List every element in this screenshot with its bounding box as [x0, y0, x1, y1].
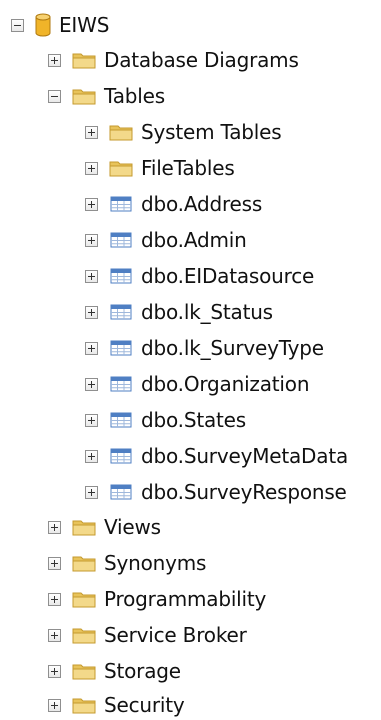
folder-icon: [72, 51, 96, 69]
expand-icon[interactable]: [85, 377, 98, 391]
table-icon: [109, 339, 133, 357]
expand-icon[interactable]: [48, 698, 61, 712]
expand-icon[interactable]: [48, 520, 61, 534]
expand-icon[interactable]: [85, 269, 98, 283]
table-icon: [109, 267, 133, 285]
expand-icon[interactable]: [85, 413, 98, 427]
tree-node-label: EIWS: [59, 13, 110, 37]
folder-icon: [72, 626, 96, 644]
tree-node-synonyms[interactable]: Synonyms: [48, 548, 206, 578]
tree-node-table-surveyresponse[interactable]: dbo.SurveyResponse: [85, 477, 347, 507]
expand-icon[interactable]: [85, 233, 98, 247]
folder-icon: [72, 696, 96, 714]
tree-node-label: dbo.EIDatasource: [141, 264, 315, 288]
tree-node-label: dbo.lk_Status: [141, 300, 273, 324]
folder-icon: [72, 518, 96, 536]
folder-icon: [72, 662, 96, 680]
table-icon: [109, 375, 133, 393]
tree-node-label: dbo.Organization: [141, 372, 310, 396]
tree-node-label: dbo.lk_SurveyType: [141, 336, 324, 360]
tree-node-table-surveymetadata[interactable]: dbo.SurveyMetaData: [85, 441, 348, 471]
tree-node-label: Security: [104, 693, 185, 717]
table-icon: [109, 411, 133, 429]
tree-node-table-eidatasource[interactable]: dbo.EIDatasource: [85, 261, 314, 291]
tree-node-service-broker[interactable]: Service Broker: [48, 620, 247, 650]
tree-node-eiws[interactable]: EIWS: [11, 10, 109, 40]
expand-icon[interactable]: [48, 628, 61, 642]
expand-icon[interactable]: [85, 485, 98, 499]
folder-icon: [72, 87, 96, 105]
tree-node-label: dbo.Address: [141, 192, 263, 216]
folder-icon: [109, 123, 133, 141]
tree-node-label: dbo.SurveyResponse: [141, 480, 347, 504]
expand-icon[interactable]: [85, 305, 98, 319]
table-icon: [109, 231, 133, 249]
expand-icon[interactable]: [85, 341, 98, 355]
table-icon: [109, 483, 133, 501]
tree-node-views[interactable]: Views: [48, 512, 161, 542]
tree-node-label: dbo.Admin: [141, 228, 247, 252]
tree-node-database-diagrams[interactable]: Database Diagrams: [48, 45, 299, 75]
tree-node-label: FileTables: [141, 156, 235, 180]
tree-node-label: System Tables: [141, 120, 282, 144]
expand-icon[interactable]: [85, 125, 98, 139]
tree-node-label: Synonyms: [104, 551, 207, 575]
tree-node-label: Views: [104, 515, 161, 539]
expand-icon[interactable]: [48, 664, 61, 678]
object-explorer-tree: EIWS Database Diagrams Tables System Tab…: [0, 0, 381, 719]
tree-node-label: Programmability: [104, 587, 267, 611]
table-icon: [109, 303, 133, 321]
tree-node-programmability[interactable]: Programmability: [48, 584, 266, 614]
tree-node-tables[interactable]: Tables: [48, 81, 165, 111]
tree-node-table-organization[interactable]: dbo.Organization: [85, 369, 309, 399]
tree-node-label: Tables: [104, 84, 165, 108]
folder-icon: [72, 590, 96, 608]
collapse-icon[interactable]: [48, 89, 61, 103]
database-icon: [35, 13, 51, 37]
folder-icon: [109, 159, 133, 177]
table-icon: [109, 195, 133, 213]
expand-icon[interactable]: [85, 161, 98, 175]
expand-icon[interactable]: [48, 53, 61, 67]
tree-node-filetables[interactable]: FileTables: [85, 153, 235, 183]
tree-node-label: dbo.States: [141, 408, 246, 432]
table-icon: [109, 447, 133, 465]
tree-node-label: Service Broker: [104, 623, 247, 647]
expand-icon[interactable]: [48, 556, 61, 570]
tree-node-table-states[interactable]: dbo.States: [85, 405, 246, 435]
expand-icon[interactable]: [48, 592, 61, 606]
tree-node-system-tables[interactable]: System Tables: [85, 117, 282, 147]
tree-node-table-lk-surveytype[interactable]: dbo.lk_SurveyType: [85, 333, 324, 363]
tree-node-table-address[interactable]: dbo.Address: [85, 189, 262, 219]
tree-node-table-lk-status[interactable]: dbo.lk_Status: [85, 297, 273, 327]
tree-node-label: Database Diagrams: [104, 48, 299, 72]
folder-icon: [72, 554, 96, 572]
tree-node-table-admin[interactable]: dbo.Admin: [85, 225, 247, 255]
expand-icon[interactable]: [85, 449, 98, 463]
tree-node-label: dbo.SurveyMetaData: [141, 444, 349, 468]
tree-node-security[interactable]: Security: [48, 690, 185, 720]
expand-icon[interactable]: [85, 197, 98, 211]
tree-node-storage[interactable]: Storage: [48, 656, 181, 686]
collapse-icon[interactable]: [11, 18, 24, 32]
tree-node-label: Storage: [104, 659, 181, 683]
